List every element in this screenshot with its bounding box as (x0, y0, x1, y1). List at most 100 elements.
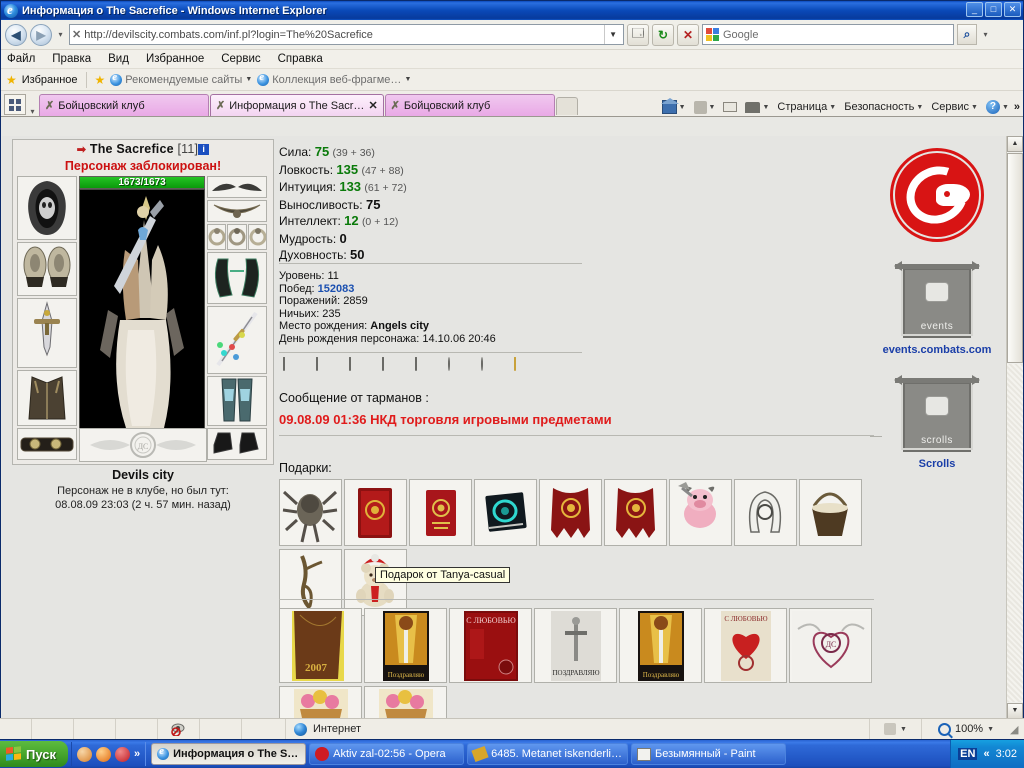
tab-0[interactable]: ✗ Бойцовский клуб (39, 94, 209, 116)
menu-item-help[interactable]: Справка (278, 53, 323, 65)
address-dropdown-icon[interactable]: ▼ (604, 25, 621, 44)
resize-grip-icon[interactable]: ◢ (1010, 723, 1024, 736)
equipment-slot-boots[interactable] (207, 428, 267, 460)
taskbar-item-2[interactable]: 6485. Metanet iskenderli… (467, 743, 628, 765)
start-button[interactable]: Пуск (0, 741, 68, 767)
scrolls-link[interactable]: Scrolls (882, 458, 992, 470)
quicklaunch-opera-icon[interactable] (115, 746, 130, 762)
taskbar-item-1[interactable]: Aktiv zal-02:56 - Opera (309, 743, 465, 765)
language-indicator[interactable]: EN (958, 748, 978, 760)
compatibility-view-icon[interactable]: 🗔 (627, 23, 649, 46)
gift-red-cloak[interactable] (539, 479, 602, 546)
gift-horseshoe[interactable] (734, 479, 797, 546)
maximize-button[interactable]: □ (985, 2, 1002, 17)
item-card-with-love[interactable]: С ЛЮБОВЬЮ (449, 608, 532, 683)
address-bar[interactable]: ✕ http://devilscity.combats.com/inf.pl?l… (69, 24, 624, 45)
blocked-popups-icon[interactable] (158, 719, 200, 739)
tab-close-icon[interactable]: ✕ (368, 99, 377, 112)
page-scrollbar[interactable]: ▲ ▼ (1006, 136, 1023, 719)
menu-item-tools[interactable]: Сервис (221, 53, 260, 65)
tab-1-active[interactable]: ✗ Информация о The Sacr… ✕ (210, 94, 384, 116)
item-card-sword-grey[interactable]: ПОЗДРАВЛЯЮ (534, 608, 617, 683)
search-provider-dropdown-icon[interactable]: ▾ (980, 30, 991, 39)
equipment-slot-helmet[interactable] (17, 176, 77, 240)
command-overflow-icon[interactable]: » (1014, 101, 1020, 113)
menu-item-view[interactable]: Вид (108, 53, 129, 65)
favorites-item-suggested-sites[interactable]: Рекомендуемые сайты ▼ (110, 71, 252, 86)
item-card-flowers-2[interactable] (364, 686, 447, 719)
medal-4[interactable] (415, 357, 439, 384)
search-input[interactable]: Google (702, 24, 954, 45)
info-badge-icon[interactable]: i (198, 144, 210, 155)
medal-3[interactable] (382, 357, 406, 384)
scroll-down-button[interactable]: ▼ (1007, 703, 1023, 719)
menu-item-edit[interactable]: Правка (52, 53, 91, 65)
close-button[interactable]: ✕ (1004, 2, 1021, 17)
equipment-slot-magic-weapon[interactable] (207, 306, 267, 374)
tab-2[interactable]: ✗ Бойцовский клуб (384, 94, 555, 116)
equipment-slot-ring-3[interactable] (247, 224, 267, 250)
favorites-label[interactable]: Избранное (22, 74, 78, 86)
scroll-up-button[interactable]: ▲ (1007, 136, 1023, 152)
back-button[interactable]: ◀ (5, 23, 27, 46)
equipment-slot-belt[interactable] (17, 428, 77, 460)
medal-2[interactable] (349, 357, 373, 384)
equipment-slot-wings[interactable] (207, 176, 267, 198)
protected-mode-indicator[interactable]: ▼ (870, 719, 922, 739)
gift-dark-book[interactable] (474, 479, 537, 546)
taskbar-item-3[interactable]: Безымянный - Paint (630, 743, 786, 765)
gift-pig[interactable] (669, 479, 732, 546)
gift-red-cloak-2[interactable] (604, 479, 667, 546)
chevron-down-icon-protect[interactable]: ▼ (900, 726, 907, 733)
gift-basket[interactable] (799, 479, 862, 546)
command-page[interactable]: Страница ▼ (774, 101, 839, 113)
scroll-track[interactable] (1007, 364, 1023, 702)
tab-list-dropdown-icon[interactable]: ▾ (27, 107, 38, 116)
favorites-item-web-slice-gallery[interactable]: Коллекция веб-фрагме… ▼ (257, 71, 411, 86)
home-button[interactable]: ▼ (659, 98, 689, 114)
feeds-button[interactable]: ▼ (691, 100, 719, 114)
help-button[interactable]: ? ▼ (983, 100, 1012, 114)
equipment-slot-weapon[interactable] (17, 298, 77, 368)
gift-spider[interactable] (279, 479, 342, 546)
print-button[interactable]: ▼ (742, 101, 772, 113)
events-banner-block[interactable]: events events.combats.com (882, 258, 992, 356)
recent-pages-dropdown-icon[interactable]: ▾ (55, 30, 66, 39)
search-go-button[interactable]: ⌕ (957, 24, 977, 45)
equipment-slot-gauntlets[interactable] (207, 252, 267, 304)
taskbar-item-0[interactable]: Информация о The S… (151, 743, 307, 765)
medal-7[interactable] (514, 357, 538, 384)
equipment-slot-ring-2[interactable] (227, 224, 247, 250)
quicklaunch-firefox-icon[interactable] (96, 746, 111, 762)
scrolls-banner-block[interactable]: scrolls Scrolls (882, 372, 992, 470)
quick-tabs-button[interactable] (4, 94, 26, 115)
menu-item-favorites[interactable]: Избранное (146, 53, 204, 65)
item-card-2007[interactable]: 2007 (279, 608, 362, 683)
tray-expand-icon[interactable]: « (983, 748, 989, 760)
command-tools[interactable]: Сервис ▼ (928, 101, 981, 113)
item-card-heart[interactable]: С ЛЮБОВЬЮ (704, 608, 787, 683)
gift-red-passport[interactable] (409, 479, 472, 546)
medal-0[interactable] (283, 357, 307, 384)
scroll-thumb[interactable] (1007, 153, 1023, 363)
new-tab-button[interactable] (555, 97, 578, 115)
medal-6[interactable] (481, 357, 505, 384)
zoom-control[interactable]: 100% ▼ (922, 722, 1010, 736)
stop-icon[interactable]: ✕ (677, 23, 699, 46)
clock[interactable]: 3:02 (996, 748, 1017, 760)
medal-1[interactable] (316, 357, 340, 384)
equipment-slot-leggings[interactable] (207, 376, 267, 426)
quicklaunch-overflow-icon[interactable]: » (134, 748, 140, 760)
combats-logo-icon[interactable] (890, 148, 984, 242)
forward-button[interactable]: ▶ (30, 23, 52, 46)
chevron-down-icon-zoom[interactable]: ▼ (987, 726, 994, 733)
events-link[interactable]: events.combats.com (882, 344, 992, 356)
security-zone[interactable]: Интернет (286, 719, 870, 739)
club-emblem-slot[interactable]: ДС (79, 428, 207, 462)
add-favorite-icon[interactable]: ★ (95, 73, 106, 87)
quicklaunch-at-icon[interactable] (77, 746, 92, 762)
item-card-emblem-heart[interactable]: ДС (789, 608, 872, 683)
mail-button[interactable] (720, 102, 740, 112)
gift-red-book[interactable] (344, 479, 407, 546)
info-wins-value[interactable]: 152083 (318, 283, 355, 295)
